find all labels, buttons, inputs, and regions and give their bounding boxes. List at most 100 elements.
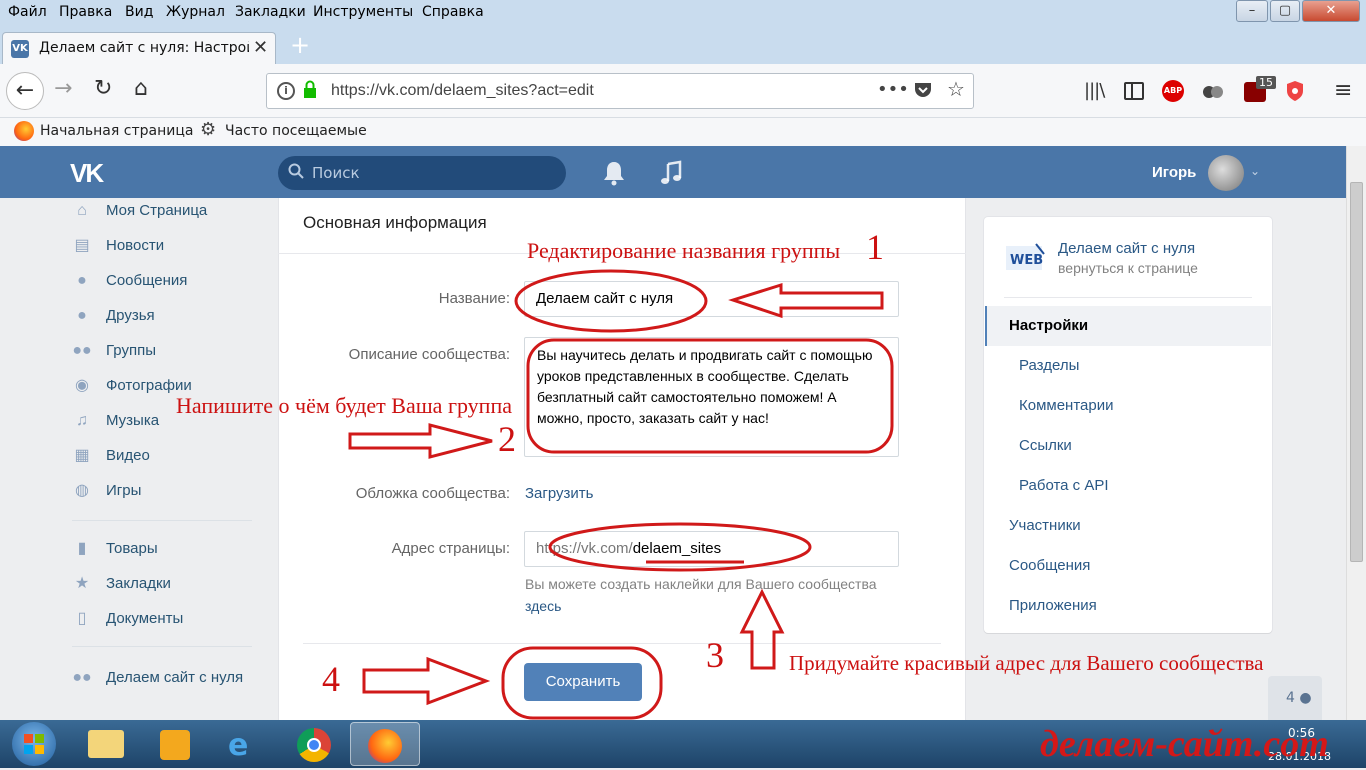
settings-panel [278, 198, 966, 720]
browser-tab[interactable]: VK Делаем сайт с нуля: Настройк ✕ [2, 32, 276, 66]
sidebar-icon[interactable] [1124, 82, 1144, 100]
divider [303, 643, 941, 644]
description-field[interactable]: Вы научитесь делать и продвигать сайт с … [524, 337, 899, 457]
avatar[interactable] [1208, 155, 1244, 191]
cover-label: Обложка сообщества: [355, 485, 510, 502]
bookmark-home[interactable]: Начальная страница [40, 123, 193, 139]
lock-icon [303, 80, 317, 100]
watermark: делаем-сайт.com [1040, 723, 1329, 765]
taskbar-ie[interactable]: e [210, 722, 280, 766]
annotation-2-number: 2 [498, 419, 516, 459]
address-field[interactable]: https://vk.com/delaem_sites [524, 531, 899, 567]
shield-icon[interactable] [1286, 80, 1304, 102]
groups-icon: ●● [72, 669, 92, 686]
online-count: 4 [1286, 690, 1295, 706]
minimize-button[interactable]: – [1236, 0, 1268, 22]
bell-icon[interactable] [602, 160, 626, 186]
address-value: delaem_sites [632, 540, 722, 557]
start-button[interactable] [12, 722, 56, 766]
music-icon[interactable] [660, 160, 682, 186]
menu-edit[interactable]: Правка [59, 4, 112, 20]
library-icon[interactable]: |||\ [1084, 80, 1105, 101]
hint-text: Вы можете создать наклейки для Вашего со… [525, 576, 877, 592]
pocket-icon[interactable] [913, 80, 933, 100]
back-to-page-link[interactable]: вернуться к странице [1058, 260, 1198, 276]
chevron-down-icon[interactable]: ⌄ [1250, 164, 1260, 178]
folder-icon [88, 730, 124, 758]
name-field[interactable]: Делаем сайт с нуля [524, 281, 899, 317]
annotation-2-text: Напишите о чём будет Ваша группа [176, 393, 512, 418]
annotation-1-text: Редактирование названия группы [527, 238, 841, 263]
nav-api[interactable]: Работа с API [1019, 477, 1109, 494]
taskbar-chrome[interactable] [280, 722, 350, 766]
annotation-3-number: 3 [706, 635, 724, 675]
group-logo[interactable]: WEB [1004, 240, 1046, 276]
nav-members[interactable]: Участники [1009, 517, 1081, 534]
user-icon: ● [1299, 690, 1312, 706]
star-icon: ★ [74, 575, 90, 592]
nav-comments[interactable]: Комментарии [1019, 397, 1113, 414]
hamburger-menu-icon[interactable]: ≡ [1334, 78, 1352, 103]
save-button[interactable]: Сохранить [524, 663, 642, 701]
maximize-button[interactable]: ▢ [1270, 0, 1300, 22]
bookmark-star-icon[interactable]: ☆ [947, 77, 965, 101]
gear-icon: ⚙ [200, 119, 217, 140]
scrollbar[interactable] [1346, 146, 1366, 720]
forward-icon[interactable]: → [54, 76, 72, 101]
chrome-icon [297, 728, 331, 762]
home-icon: ⌂ [77, 202, 87, 219]
online-friends-widget[interactable]: 4 ● [1268, 676, 1322, 720]
url-text: https://vk.com/delaem_sites?act=edit [331, 82, 594, 99]
gamepad-icon: ◍ [75, 482, 89, 499]
menu-bookmarks[interactable]: Закладки [235, 4, 306, 20]
upload-cover-link[interactable]: Загрузить [525, 485, 594, 502]
nav-sections[interactable]: Разделы [1019, 357, 1079, 374]
adblock-icon[interactable]: ABP [1162, 80, 1184, 102]
tab-title: Делаем сайт с нуля: Настройк [39, 40, 249, 56]
menu-help[interactable]: Справка [422, 4, 484, 20]
reload-icon[interactable]: ↻ [94, 76, 112, 101]
url-bar[interactable]: i https://vk.com/delaem_sites?act=edit •… [266, 73, 974, 109]
nav-apps[interactable]: Приложения [1009, 597, 1097, 614]
nav-links[interactable]: Ссылки [1019, 437, 1072, 454]
menu-history[interactable]: Журнал [166, 4, 225, 20]
ie-icon: e [228, 728, 249, 763]
vk-logo[interactable]: VK [70, 158, 114, 188]
description-label: Описание сообщества: [348, 346, 510, 363]
taskbar-explorer[interactable] [70, 722, 140, 766]
divider [1004, 297, 1252, 298]
new-tab-icon[interactable]: + [290, 31, 310, 59]
news-icon: ▤ [74, 237, 90, 254]
nav-settings[interactable]: Настройки [1009, 317, 1088, 334]
user-name[interactable]: Игорь [1152, 164, 1196, 181]
home-icon[interactable]: ⌂ [134, 76, 148, 101]
bookmark-frequent[interactable]: Часто посещаемые [225, 123, 367, 139]
group-name-link[interactable]: Делаем сайт с нуля [1058, 240, 1195, 257]
annotation-1-number: 1 [866, 227, 884, 267]
bookmarks-bar: Начальная страница ⚙ Часто посещаемые [0, 118, 1366, 146]
vk-favicon-icon: VK [11, 40, 29, 58]
document-icon: ▯ [77, 610, 87, 627]
friend-icon: ● [77, 307, 87, 324]
search-input[interactable]: Поиск [278, 156, 566, 190]
menu-file[interactable]: Файл [8, 4, 47, 20]
groups-icon: ●● [72, 342, 92, 359]
taskbar-media[interactable] [140, 722, 210, 766]
back-icon[interactable]: ← [6, 72, 44, 110]
bag-icon: ▮ [77, 540, 87, 557]
info-icon[interactable]: i [277, 82, 295, 100]
address-label: Адрес страницы: [391, 540, 510, 557]
nav-messages[interactable]: Сообщения [1009, 557, 1090, 574]
taskbar-firefox[interactable] [350, 722, 420, 766]
hint-link[interactable]: здесь [525, 598, 561, 614]
menu-view[interactable]: Вид [125, 4, 153, 20]
close-window-button[interactable]: ✕ [1302, 0, 1360, 22]
extension-icon[interactable] [1202, 82, 1224, 102]
annotation-3-text: Придумайте красивый адрес для Вашего соо… [789, 651, 1264, 675]
media-player-icon [160, 730, 190, 760]
menu-tools[interactable]: Инструменты [313, 4, 413, 20]
firefox-icon [368, 729, 402, 763]
address-prefix: https://vk.com/ [536, 540, 633, 557]
close-tab-icon[interactable]: ✕ [253, 37, 268, 58]
page-actions-icon[interactable]: ••• [877, 79, 909, 100]
